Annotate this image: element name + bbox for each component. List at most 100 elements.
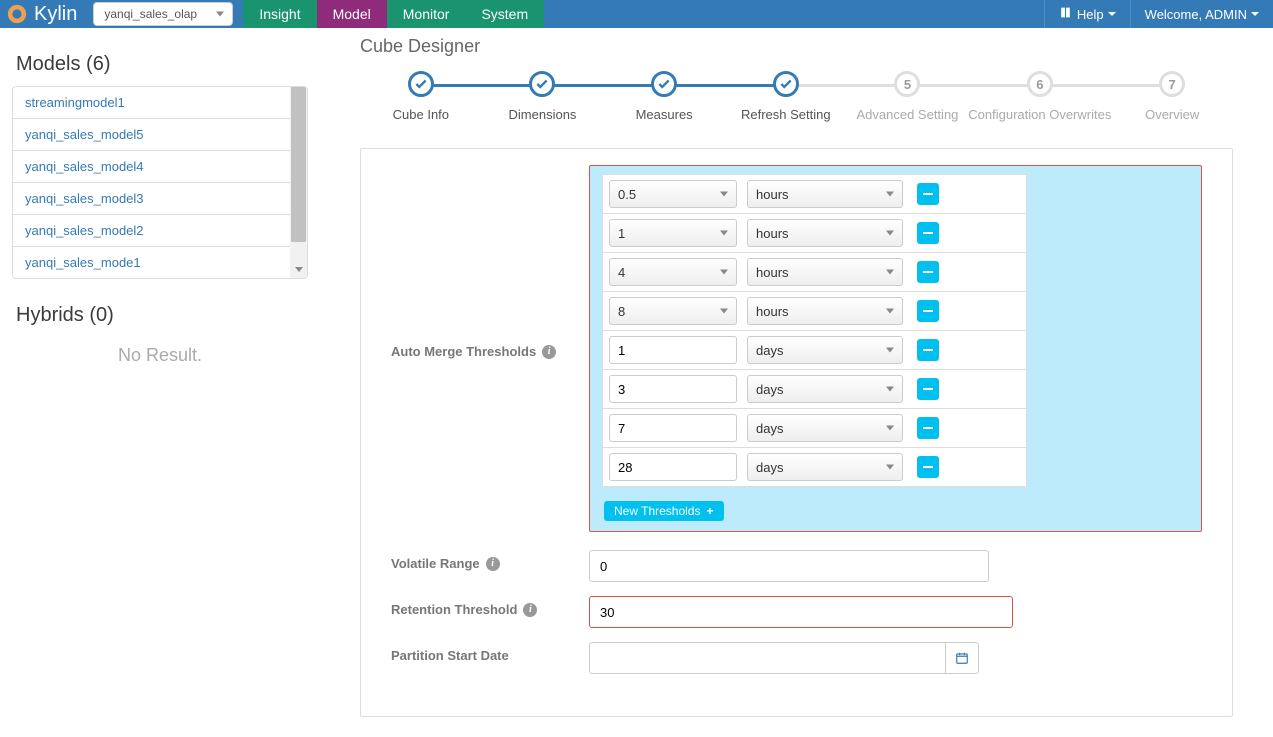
remove-threshold-button[interactable] [917, 183, 939, 205]
chevron-down-icon [216, 12, 224, 17]
check-icon [408, 71, 434, 97]
minus-icon [923, 466, 933, 468]
main-nav: Insight Model Monitor System [243, 0, 544, 28]
minus-icon [923, 427, 933, 429]
wizard-step[interactable]: Measures [603, 71, 725, 122]
brand[interactable]: Kylin [0, 0, 91, 28]
volatile-range-input[interactable] [589, 550, 989, 582]
calendar-button[interactable] [945, 642, 979, 674]
scrollbar-thumb[interactable] [291, 87, 306, 242]
threshold-value-input[interactable] [609, 375, 737, 403]
info-icon[interactable]: i [523, 603, 537, 617]
chevron-down-icon [295, 267, 303, 272]
scroll-down-button[interactable] [290, 261, 307, 278]
volatile-range-label: Volatile Range i [391, 550, 589, 571]
info-icon[interactable]: i [542, 345, 556, 359]
threshold-unit-select[interactable]: days [747, 336, 903, 364]
step-label: Refresh Setting [741, 107, 831, 122]
threshold-value-select[interactable]: 8 [609, 297, 737, 325]
wizard-step[interactable]: 5Advanced Setting [847, 71, 969, 122]
retention-threshold-input[interactable] [589, 596, 1013, 628]
wizard-step[interactable]: 6Configuration Overwrites [968, 71, 1111, 122]
remove-threshold-button[interactable] [917, 417, 939, 439]
threshold-value-select[interactable]: 1 [609, 219, 737, 247]
threshold-unit-select[interactable]: hours [747, 297, 903, 325]
partition-start-date-input[interactable] [589, 642, 945, 674]
step-label: Cube Info [393, 107, 449, 122]
info-icon[interactable]: i [486, 557, 500, 571]
remove-threshold-button[interactable] [917, 339, 939, 361]
threshold-row: days [603, 331, 1026, 370]
help-menu[interactable]: Help [1044, 0, 1130, 28]
threshold-row: days [603, 409, 1026, 448]
auto-merge-label: Auto Merge Thresholds i [391, 165, 589, 532]
remove-threshold-button[interactable] [917, 378, 939, 400]
nav-right: Help Welcome, ADMIN [1044, 0, 1273, 28]
threshold-value-input[interactable] [609, 453, 737, 481]
step-label: Overview [1145, 107, 1199, 122]
welcome-label: Welcome, ADMIN [1145, 7, 1247, 22]
scrollbar[interactable] [290, 87, 307, 278]
model-item[interactable]: yanqi_sales_model2 [13, 215, 307, 247]
chevron-down-icon [886, 192, 894, 197]
chevron-down-icon [1108, 12, 1116, 16]
threshold-value-input[interactable] [609, 414, 737, 442]
chevron-down-icon [720, 309, 728, 314]
minus-icon [923, 271, 933, 273]
wizard-step[interactable]: Refresh Setting [725, 71, 847, 122]
new-thresholds-button[interactable]: New Thresholds + [604, 501, 724, 521]
wizard-step[interactable]: 7Overview [1111, 71, 1233, 122]
brand-text: Kylin [34, 3, 77, 26]
remove-threshold-button[interactable] [917, 261, 939, 283]
threshold-unit-select[interactable]: days [747, 453, 903, 481]
threshold-unit-select[interactable]: hours [747, 180, 903, 208]
check-icon [529, 71, 555, 97]
model-item[interactable]: yanqi_sales_model3 [13, 183, 307, 215]
plus-icon: + [706, 504, 713, 518]
remove-threshold-button[interactable] [917, 300, 939, 322]
auto-merge-label-text: Auto Merge Thresholds [391, 344, 536, 359]
user-menu[interactable]: Welcome, ADMIN [1130, 0, 1273, 28]
help-label: Help [1077, 7, 1104, 22]
wizard-steps: Cube Info Dimensions Measures Refresh Setti… [360, 71, 1233, 122]
threshold-unit-select[interactable]: days [747, 375, 903, 403]
remove-threshold-button[interactable] [917, 456, 939, 478]
nav-system[interactable]: System [465, 0, 544, 28]
step-label: Measures [636, 107, 693, 122]
kylin-logo-icon [6, 3, 28, 25]
project-selector[interactable]: yanqi_sales_olap [93, 2, 233, 26]
wizard-step[interactable]: Dimensions [482, 71, 604, 122]
nav-monitor[interactable]: Monitor [387, 0, 466, 28]
threshold-value-select[interactable]: 0.5 [609, 180, 737, 208]
page-title: Cube Designer [360, 36, 1233, 57]
remove-threshold-button[interactable] [917, 222, 939, 244]
minus-icon [923, 388, 933, 390]
model-item[interactable]: yanqi_sales_model5 [13, 119, 307, 151]
chevron-down-icon [886, 426, 894, 431]
new-thresholds-label: New Thresholds [614, 504, 700, 518]
model-item[interactable]: yanqi_sales_model4 [13, 151, 307, 183]
model-item[interactable]: yanqi_sales_mode1 [13, 247, 307, 278]
threshold-unit-select[interactable]: hours [747, 258, 903, 286]
wizard-step[interactable]: Cube Info [360, 71, 482, 122]
main-content: Cube Designer Cube Info Dimensions Measure… [320, 28, 1273, 737]
calendar-icon [955, 651, 969, 665]
chevron-down-icon [720, 192, 728, 197]
volatile-range-label-text: Volatile Range [391, 556, 480, 571]
threshold-row: 4 hours [603, 253, 1026, 292]
threshold-row: 0.5 hours [603, 175, 1026, 214]
step-label: Configuration Overwrites [968, 107, 1111, 122]
threshold-value-input[interactable] [609, 336, 737, 364]
threshold-value-select[interactable]: 4 [609, 258, 737, 286]
hybrids-no-result: No Result. [12, 345, 308, 366]
model-item[interactable]: streamingmodel1 [13, 87, 307, 119]
threshold-unit-select[interactable]: days [747, 414, 903, 442]
nav-insight[interactable]: Insight [243, 0, 316, 28]
nav-model[interactable]: Model [317, 0, 387, 28]
chevron-down-icon [1251, 12, 1259, 16]
threshold-unit-select[interactable]: hours [747, 219, 903, 247]
check-icon [651, 71, 677, 97]
refresh-settings-panel: Auto Merge Thresholds i 0.5hours1hours4h… [360, 148, 1233, 717]
step-label: Advanced Setting [857, 107, 959, 122]
chevron-down-icon [886, 270, 894, 275]
